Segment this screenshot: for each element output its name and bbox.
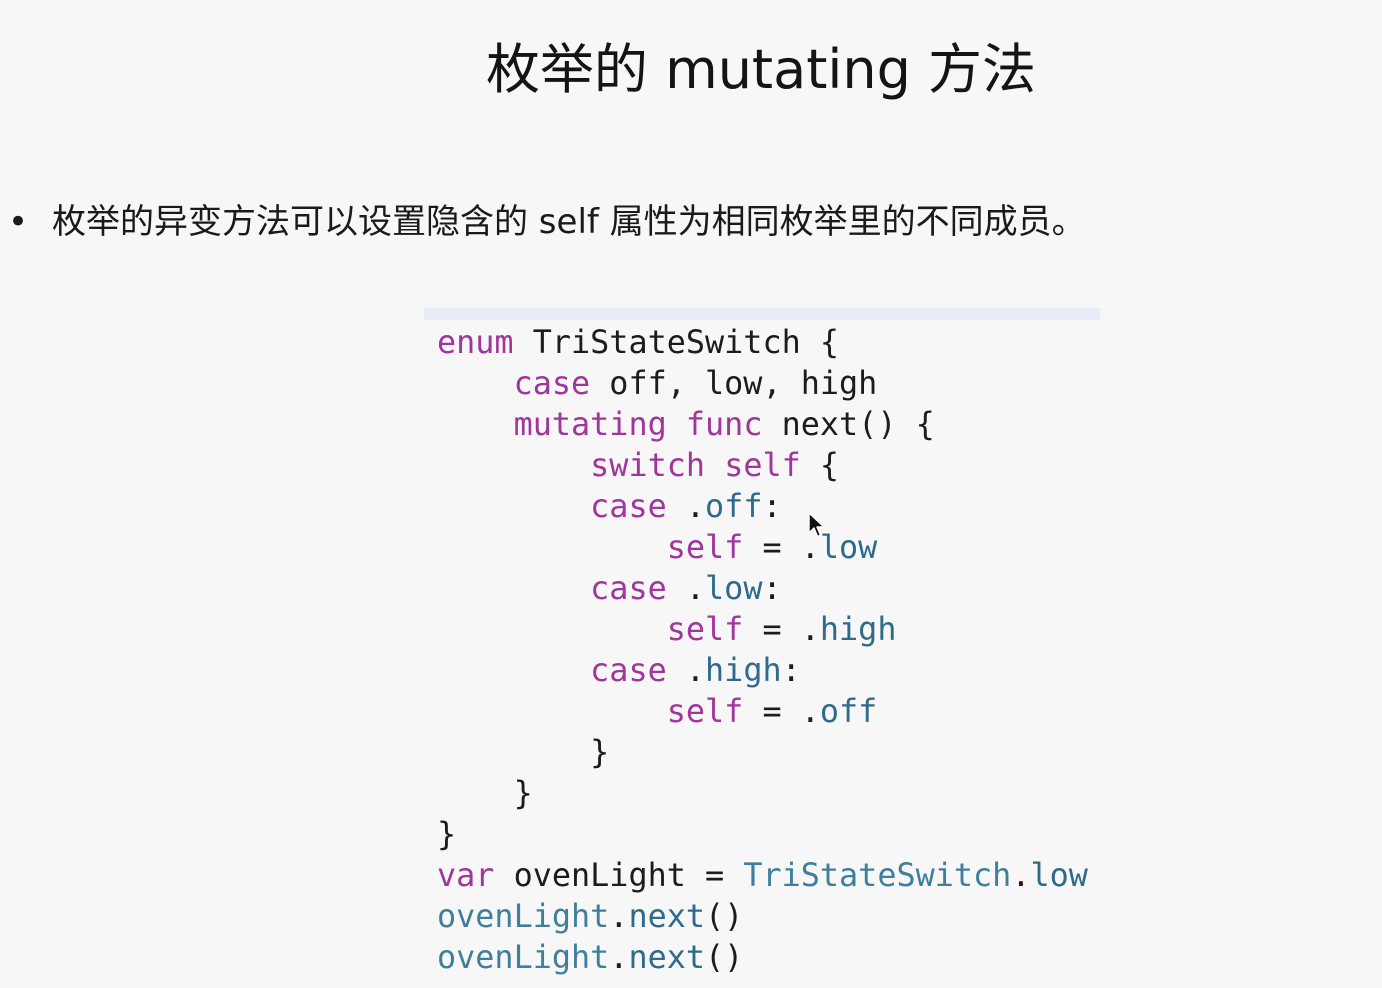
- bullet-text: 枚举的异变方法可以设置隐含的 self 属性为相同枚举里的不同成员。: [52, 202, 1086, 242]
- code-text: }: [437, 734, 610, 771]
- code-text: TriStateSwitch {: [513, 324, 840, 361]
- slide-title: 枚举的 mutating 方法: [485, 38, 1037, 101]
- code-member: next: [628, 898, 706, 935]
- bullet-marker: •: [8, 202, 29, 242]
- code-keyword: switch: [590, 447, 706, 484]
- code-text: {: [800, 447, 840, 484]
- code-text: :: [781, 652, 801, 689]
- code-line: switch self {: [437, 445, 1088, 486]
- code-member: low: [819, 529, 878, 566]
- code-line: self = .low: [437, 527, 1088, 568]
- code-line: var ovenLight = TriStateSwitch.low: [437, 855, 1088, 896]
- code-keyword: case: [590, 652, 667, 689]
- code-keyword: var: [437, 857, 495, 894]
- code-text: }: [437, 816, 457, 853]
- code-line: }: [437, 732, 1088, 773]
- code-text: = .: [743, 611, 820, 648]
- code-member: high: [819, 611, 897, 648]
- code-text: (): [705, 939, 744, 976]
- code-text: ovenLight =: [494, 857, 744, 894]
- code-line: case .off:: [437, 486, 1088, 527]
- code-text: = .: [743, 693, 820, 730]
- code-text: .: [1011, 857, 1031, 894]
- code-keyword: self: [666, 693, 744, 730]
- code-line: self = .off: [437, 691, 1088, 732]
- code-text: .: [609, 898, 629, 935]
- code-text: (): [705, 898, 744, 935]
- code-line: }: [437, 814, 1088, 855]
- code-keyword: self: [666, 529, 744, 566]
- code-text: off, low, high: [590, 365, 878, 402]
- code-line: case .high:: [437, 650, 1088, 691]
- code-text: .: [609, 939, 629, 976]
- code-identifier: TriStateSwitch: [743, 857, 1012, 894]
- code-text: }: [437, 775, 533, 812]
- code-member: low: [705, 570, 763, 607]
- code-keyword: func: [685, 406, 763, 443]
- code-member: off: [705, 488, 763, 525]
- code-keyword: case: [513, 365, 591, 402]
- code-line: self = .high: [437, 609, 1088, 650]
- code-keyword: enum: [437, 324, 514, 361]
- code-line: enum TriStateSwitch {: [437, 322, 1088, 363]
- mouse-pointer-icon: [808, 512, 825, 538]
- code-keyword: case: [590, 570, 667, 607]
- code-text: .: [666, 652, 706, 689]
- code-line: case .low:: [437, 568, 1088, 609]
- code-identifier: ovenLight: [437, 898, 610, 935]
- code-member: high: [705, 652, 782, 689]
- code-line: }: [437, 773, 1088, 814]
- code-text: :: [762, 570, 782, 607]
- code-member: off: [819, 693, 878, 730]
- code-text: next() {: [762, 406, 935, 443]
- code-text: :: [762, 488, 782, 525]
- code-identifier: ovenLight: [437, 939, 610, 976]
- code-line: ovenLight.next(): [437, 937, 1088, 978]
- code-line: ovenLight.next(): [437, 896, 1088, 937]
- code-block-top-bar: [424, 308, 1100, 320]
- code-block: enum TriStateSwitch { case off, low, hig…: [437, 322, 1088, 978]
- code-text: .: [666, 488, 706, 525]
- code-member: next: [628, 939, 706, 976]
- code-member: low: [1030, 857, 1088, 894]
- code-keyword: self: [666, 611, 744, 648]
- code-text: .: [666, 570, 706, 607]
- code-keyword: mutating: [513, 406, 667, 443]
- bullet-item: • 枚举的异变方法可以设置隐含的 self 属性为相同枚举里的不同成员。: [8, 196, 1368, 248]
- code-line: case off, low, high: [437, 363, 1088, 404]
- code-line: mutating func next() {: [437, 404, 1088, 445]
- code-keyword: case: [590, 488, 667, 525]
- code-keyword: self: [724, 447, 801, 484]
